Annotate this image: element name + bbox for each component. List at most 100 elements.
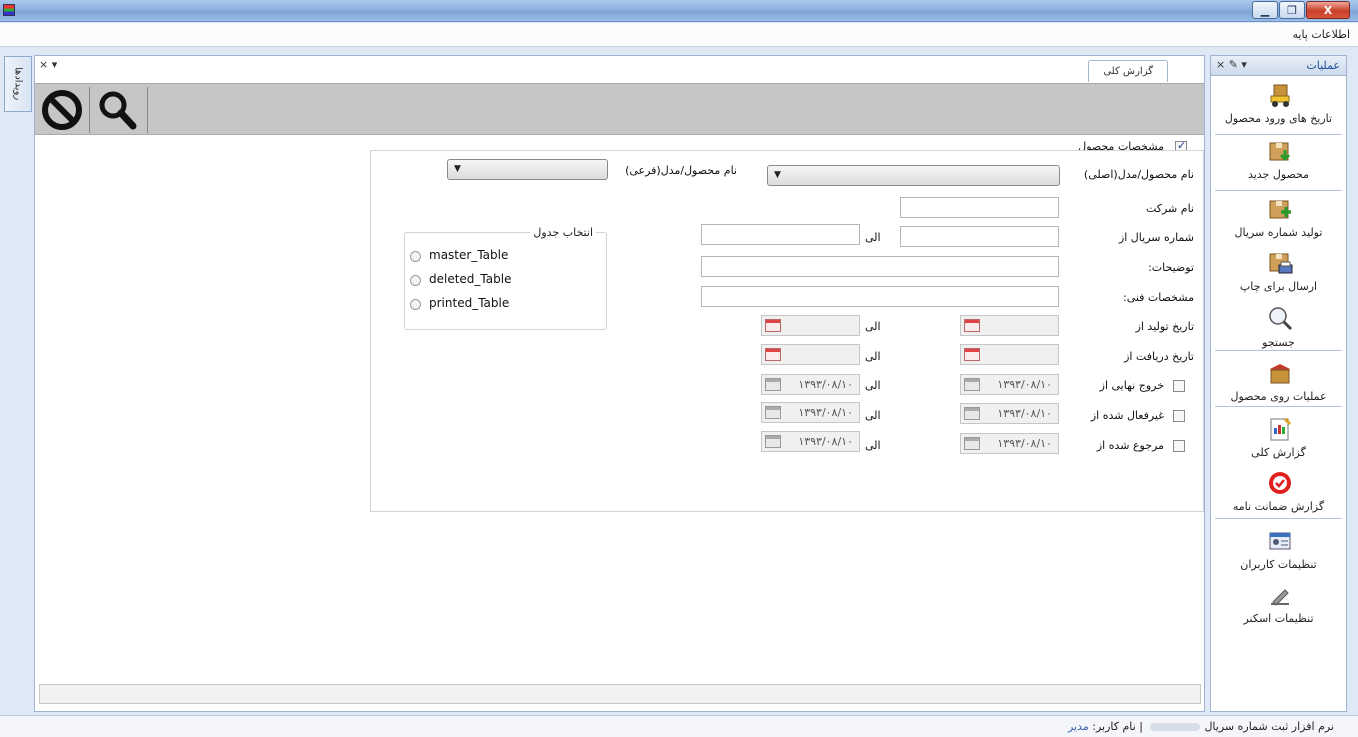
menu-base-info[interactable]: اطلاعات پایه <box>1292 28 1350 41</box>
production-date-to[interactable] <box>761 315 860 336</box>
calendar-icon[interactable] <box>765 378 781 391</box>
status-bar: نرم افزار ثبت شماره سریال | نام کاربر: م… <box>0 715 1358 737</box>
product-sub-dropdown[interactable]: ▼ <box>447 159 608 180</box>
cancel-icon <box>42 90 82 130</box>
radio-deleted-table[interactable] <box>410 275 421 286</box>
tab-general-report[interactable]: گزارش کلی <box>1088 60 1168 82</box>
op-label: تولید شماره سریال <box>1234 226 1323 239</box>
date-value: ۱۳۹۳/۰۸/۱۰ <box>997 437 1052 450</box>
op-generate-serial[interactable]: تولید شماره سریال <box>1211 194 1346 250</box>
date-value: ۱۳۹۳/۰۸/۱۰ <box>997 407 1052 420</box>
final-exit-label: خروج نهایی از <box>1099 379 1164 392</box>
calendar-icon[interactable] <box>964 319 980 332</box>
maximize-button[interactable]: ❐ <box>1279 1 1305 19</box>
final-exit-from[interactable]: ۱۳۹۳/۰۸/۱۰ <box>960 374 1059 395</box>
op-label: تنظیمات کاربران <box>1240 558 1317 571</box>
main-panel: × ▾ گزارش کلی مشخصات محصول نام محصول/مدل… <box>34 55 1205 712</box>
op-scanner-settings[interactable]: تنظیمات اسکنر <box>1211 580 1346 636</box>
returned-to-label: الی <box>865 439 881 452</box>
box-add-icon <box>1269 200 1291 219</box>
returned-to[interactable]: ۱۳۹۳/۰۸/۱۰ <box>761 431 860 452</box>
op-label: جستجو <box>1262 336 1295 349</box>
toolbar <box>35 83 1204 135</box>
op-label: تنظیمات اسکنر <box>1243 612 1314 625</box>
serial-from-label: شماره سریال از <box>1118 231 1194 244</box>
user-card-icon <box>1269 532 1291 550</box>
product-main-label: نام محصول/مدل(اصلی) <box>1083 168 1194 181</box>
op-new-product[interactable]: محصول جدید <box>1211 136 1346 192</box>
operations-panel: × ✎ ▾ عملیات تاریخ های ورود محصول محصول … <box>1210 55 1347 712</box>
returned-checkbox[interactable] <box>1173 440 1185 452</box>
tech-spec-input[interactable] <box>701 286 1059 307</box>
radio-printed-table[interactable] <box>410 299 421 310</box>
redacted-text <box>1150 723 1201 731</box>
op-product-entry-dates[interactable]: تاریخ های ورود محصول <box>1211 80 1346 136</box>
radio-label[interactable]: deleted_Table <box>429 272 511 286</box>
product-sub-label: نام محصول/مدل(فرعی) <box>625 164 737 177</box>
report-icon <box>1270 417 1292 441</box>
separator <box>1215 350 1342 351</box>
panel-close-menu[interactable]: × ▾ <box>39 58 57 71</box>
production-date-from[interactable] <box>960 315 1059 336</box>
serial-to-input[interactable] <box>701 224 860 245</box>
radio-master-table[interactable] <box>410 251 421 262</box>
deactivated-checkbox[interactable] <box>1173 410 1185 422</box>
production-date-label: تاریخ تولید از <box>1135 320 1194 333</box>
radio-label[interactable]: master_Table <box>429 248 508 262</box>
app-icon <box>3 4 15 16</box>
op-label: گزارش کلی <box>1251 446 1306 459</box>
final-exit-to-label: الی <box>865 379 881 392</box>
final-exit-checkbox[interactable] <box>1173 380 1185 392</box>
op-user-settings[interactable]: تنظیمات کاربران <box>1211 526 1346 582</box>
cancel-button[interactable] <box>38 87 86 133</box>
status-user-label: نام کاربر: <box>1092 720 1136 733</box>
calendar-icon[interactable] <box>964 348 980 361</box>
op-search[interactable]: جستجو <box>1211 304 1346 360</box>
magnifier-icon <box>1269 307 1293 331</box>
toolbar-separator <box>89 87 90 133</box>
calendar-icon[interactable] <box>765 319 781 332</box>
calendar-icon[interactable] <box>964 407 980 420</box>
description-label: توضیحات: <box>1148 261 1194 274</box>
final-exit-to[interactable]: ۱۳۹۳/۰۸/۱۰ <box>761 374 860 395</box>
receive-date-to[interactable] <box>761 344 860 365</box>
serial-from-input[interactable] <box>900 226 1059 247</box>
status-separator: | <box>1139 720 1143 733</box>
product-main-dropdown[interactable]: ▼ <box>767 165 1060 186</box>
box-download-icon <box>1269 142 1291 162</box>
date-value: ۱۳۹۳/۰۸/۱۰ <box>798 406 853 419</box>
receive-date-from[interactable] <box>960 344 1059 365</box>
deactivated-to[interactable]: ۱۳۹۳/۰۸/۱۰ <box>761 402 860 423</box>
radio-label[interactable]: printed_Table <box>429 296 509 310</box>
calendar-icon[interactable] <box>964 437 980 450</box>
calendar-icon[interactable] <box>765 435 781 448</box>
separator <box>1215 134 1342 135</box>
close-button[interactable]: X <box>1306 1 1350 19</box>
deactivated-to-label: الی <box>865 409 881 422</box>
op-general-report[interactable]: گزارش کلی <box>1211 414 1346 470</box>
events-panel-tab[interactable]: رویدادها <box>4 56 32 112</box>
window-titlebar: ▁ ❐ X <box>0 0 1358 22</box>
bottom-info-strip <box>39 684 1201 704</box>
returned-from[interactable]: ۱۳۹۳/۰۸/۱۰ <box>960 433 1059 454</box>
calendar-icon[interactable] <box>765 406 781 419</box>
date-value: ۱۳۹۳/۰۸/۱۰ <box>798 378 853 391</box>
serial-to-label: الی <box>865 231 881 244</box>
panel-pin-close[interactable]: × ✎ ▾ <box>1216 58 1247 71</box>
date-value: ۱۳۹۳/۰۸/۱۰ <box>997 378 1052 391</box>
forklift-box-icon <box>1270 84 1290 107</box>
op-warranty-report[interactable]: گزارش ضمانت نامه <box>1211 468 1346 524</box>
search-button[interactable] <box>93 87 141 133</box>
description-input[interactable] <box>701 256 1059 277</box>
op-label: محصول جدید <box>1247 168 1310 181</box>
company-input[interactable] <box>900 197 1059 218</box>
calendar-icon[interactable] <box>964 378 980 391</box>
calendar-icon[interactable] <box>765 348 781 361</box>
minimize-button[interactable]: ▁ <box>1252 1 1278 19</box>
deactivated-from[interactable]: ۱۳۹۳/۰۸/۱۰ <box>960 403 1059 424</box>
separator <box>1215 518 1342 519</box>
op-label: تاریخ های ورود محصول <box>1224 112 1333 125</box>
date-value: ۱۳۹۳/۰۸/۱۰ <box>798 435 853 448</box>
tech-spec-label: مشخصات فنی: <box>1122 291 1194 304</box>
op-send-to-print[interactable]: ارسال برای چاپ <box>1211 248 1346 304</box>
